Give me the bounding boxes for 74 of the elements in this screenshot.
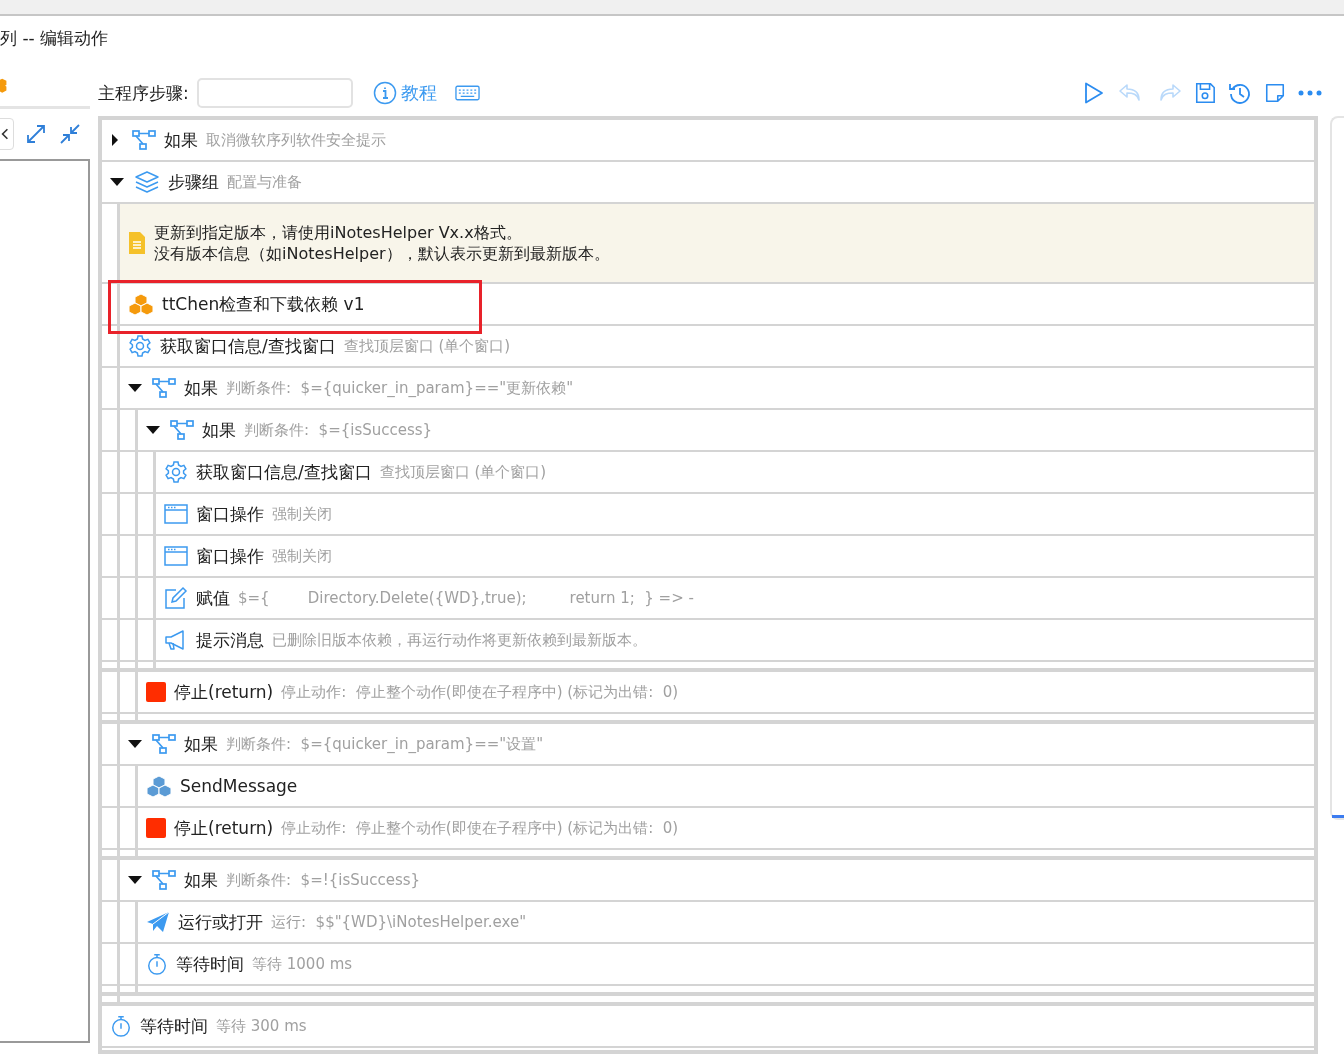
more-icon[interactable] xyxy=(1298,89,1322,97)
step-title[interactable]: SendMessage xyxy=(180,776,298,796)
flowchart-icon xyxy=(170,420,194,440)
step-title[interactable]: 获取窗口信息/查找窗口 xyxy=(196,460,372,484)
window-title: 列 -- 编辑动作 xyxy=(0,26,109,50)
paper-plane-icon xyxy=(146,911,170,933)
step-detail: 判断条件: $={isSuccess} xyxy=(244,420,433,440)
edit-icon xyxy=(164,586,188,610)
step-detail: 停止动作: 停止整个动作(即使在子程序中) (标记为出错: 0) xyxy=(281,682,679,702)
step-title[interactable]: 如果 xyxy=(202,418,236,442)
step-title[interactable]: 如果 xyxy=(184,376,218,400)
step-title[interactable]: 停止(return) xyxy=(174,816,274,840)
step-detail: 已删除旧版本依赖，再运行动作将更新依赖到最新版本。 xyxy=(272,630,647,650)
step-detail: 判断条件: $=!{isSuccess} xyxy=(226,870,421,890)
step-title[interactable]: 等待时间 xyxy=(176,952,244,976)
note-text: 没有版本信息（如iNotesHelper），默认表示更新到最新版本。 xyxy=(154,243,610,264)
expand-triangle[interactable] xyxy=(112,134,118,146)
step-detail: 等待 300 ms xyxy=(216,1016,307,1036)
layers-icon xyxy=(134,170,160,194)
flowchart-icon xyxy=(132,130,156,150)
step-detail: 取消微软序列软件安全提示 xyxy=(206,130,386,150)
step-detail: 运行: $$"{WD}\iNotesHelper.exe" xyxy=(271,912,527,932)
step-title[interactable]: 步骤组 xyxy=(168,170,219,194)
step-detail: 查找顶层窗口 (单个窗口) xyxy=(379,462,547,482)
run-icon[interactable] xyxy=(1082,81,1106,105)
flowchart-icon xyxy=(152,870,176,890)
stopwatch-icon xyxy=(110,1014,132,1038)
chevron-left-icon xyxy=(1,127,9,141)
step-title[interactable]: 运行或打开 xyxy=(178,910,263,934)
step-detail: 配置与准备 xyxy=(227,172,302,192)
step-detail: 停止动作: 停止整个动作(即使在子程序中) (标记为出错: 0) xyxy=(281,818,679,838)
step-detail: 强制关闭 xyxy=(272,546,332,566)
expand-triangle[interactable] xyxy=(128,740,142,748)
expand-triangle[interactable] xyxy=(110,178,124,186)
step-title[interactable]: 窗口操作 xyxy=(196,502,264,526)
document-icon xyxy=(128,231,146,255)
step-title[interactable]: 赋值 xyxy=(196,586,230,610)
step-label: 主程序步骤: xyxy=(98,81,189,105)
step-title[interactable]: 提示消息 xyxy=(196,628,264,652)
flowchart-icon xyxy=(152,378,176,398)
step-detail: 判断条件: $={quicker_in_param}=="设置" xyxy=(226,734,544,754)
step-title[interactable]: 如果 xyxy=(184,868,218,892)
step-title[interactable]: 获取窗口信息/查找窗口 xyxy=(160,334,336,358)
step-title[interactable]: ttChen检查和下载依赖 v1 xyxy=(162,292,365,316)
expand-triangle[interactable] xyxy=(128,876,142,884)
keyboard-icon[interactable] xyxy=(454,85,480,101)
step-detail: 强制关闭 xyxy=(272,504,332,524)
step-detail: $={ Directory.Delete({WD},true); return 1; } => - xyxy=(238,589,694,607)
stop-icon xyxy=(146,818,166,838)
shrink-icon[interactable] xyxy=(58,122,82,146)
flowchart-icon xyxy=(152,734,176,754)
expand-triangle[interactable] xyxy=(128,384,142,392)
history-icon[interactable] xyxy=(1228,81,1252,105)
step-detail: 查找顶层窗口 (单个窗口) xyxy=(343,336,511,356)
gear-icon xyxy=(164,460,188,484)
window-icon xyxy=(164,504,188,524)
stopwatch-icon xyxy=(146,952,168,976)
step-title[interactable]: 停止(return) xyxy=(174,680,274,704)
step-title[interactable]: 如果 xyxy=(164,128,198,152)
note-text: 更新到指定版本，请使用iNotesHelper Vx.x格式。 xyxy=(154,222,523,243)
sticky-note-icon[interactable] xyxy=(1264,82,1286,104)
window-icon xyxy=(164,546,188,566)
step-detail: 判断条件: $={quicker_in_param}=="更新依赖" xyxy=(226,378,574,398)
expand-triangle[interactable] xyxy=(146,426,160,434)
save-icon[interactable] xyxy=(1194,82,1216,104)
step-detail: 等待 1000 ms xyxy=(252,954,353,974)
stop-icon xyxy=(146,682,166,702)
step-title[interactable]: 窗口操作 xyxy=(196,544,264,568)
step-input-field[interactable] xyxy=(196,78,353,108)
expand-icon[interactable] xyxy=(24,122,48,146)
step-title[interactable]: 如果 xyxy=(184,732,218,756)
step-title[interactable]: 等待时间 xyxy=(140,1014,208,1038)
info-icon xyxy=(372,81,397,105)
gear-icon xyxy=(128,334,152,358)
